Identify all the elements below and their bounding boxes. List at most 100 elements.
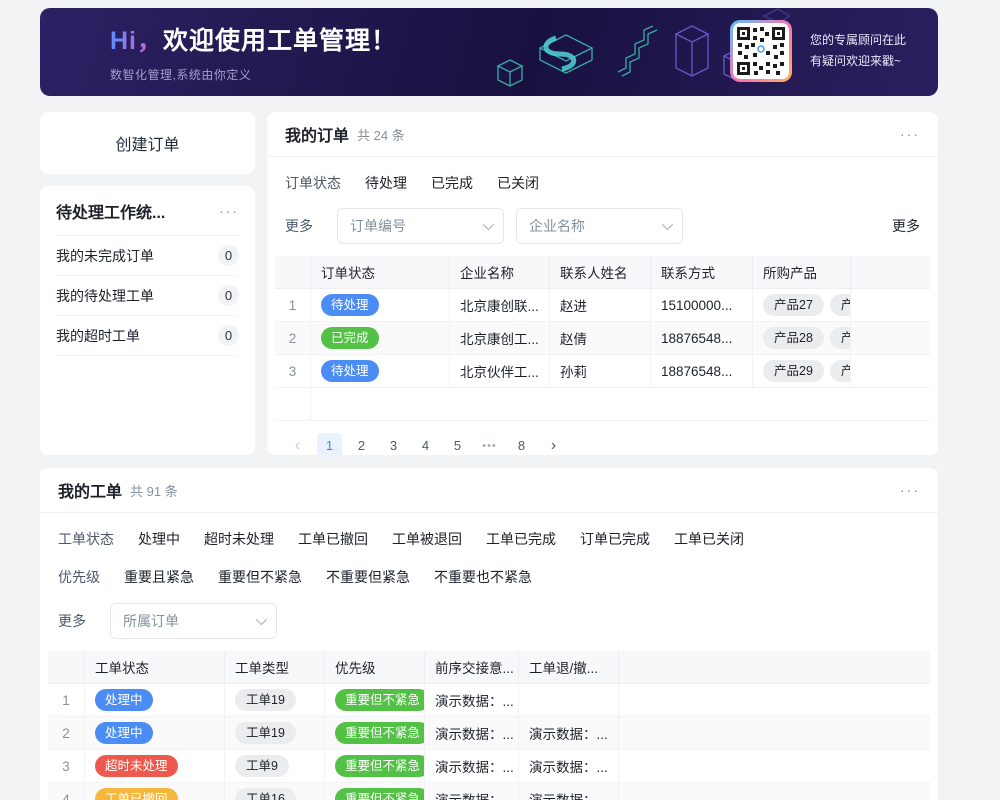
contact-cell: 赵倩	[550, 322, 651, 354]
filter-option-not-important-urgent[interactable]: 不重要但紧急	[326, 567, 410, 587]
products-cell: 产品28 产品	[753, 322, 851, 354]
withdraw-cell: 演示数据：...	[519, 717, 619, 749]
type-cell: 工单16	[225, 783, 325, 800]
order-number-select[interactable]: 订单编号	[337, 208, 504, 244]
ticket-status-filter-label: 工单状态	[58, 529, 114, 549]
order-status-filter-label: 订单状态	[285, 173, 341, 193]
col-ticket-status: 工单状态	[85, 651, 225, 683]
stat-label: 我的待处理工单	[56, 286, 154, 306]
table-row[interactable]: 1 处理中 工单19 重要但不紧急 演示数据：...	[48, 684, 930, 717]
filter-option-withdrawn[interactable]: 工单已撤回	[298, 529, 368, 549]
pagination-ellipsis[interactable]: •••	[477, 433, 502, 455]
company-cell: 北京康创工...	[450, 322, 550, 354]
filter-option-important-urgent[interactable]: 重要且紧急	[124, 567, 194, 587]
more-icon[interactable]: ···	[900, 127, 920, 141]
orders-more-link[interactable]: 更多	[892, 216, 920, 236]
filter-option-ticket-closed[interactable]: 工单已关闭	[674, 529, 744, 549]
stat-count-badge: 0	[218, 285, 239, 306]
stats-card-title: 待处理工作统...	[56, 199, 165, 223]
table-row[interactable]: 2 处理中 工单19 重要但不紧急 演示数据：... 演示数据：...	[48, 717, 930, 750]
more-filter-label: 更多	[285, 216, 313, 236]
create-order-button[interactable]: 创建订单	[40, 112, 255, 174]
welcome-banner: Hi，欢迎使用工单管理！ 数智化管理,系统由你定义	[40, 8, 938, 96]
row-index: 2	[275, 322, 311, 354]
status-badge: 待处理	[321, 360, 379, 382]
handover-cell: 演示数据：...	[425, 783, 519, 800]
type-cell: 工单9	[225, 750, 325, 782]
col-handover-note: 前序交接意...	[425, 651, 519, 683]
priority-badge: 重要但不紧急	[335, 788, 425, 800]
status-cell: 工单已撤回	[85, 783, 225, 800]
row-index: 3	[275, 355, 311, 387]
filter-option-important-not-urgent[interactable]: 重要但不紧急	[218, 567, 302, 587]
stat-item-pending-tickets[interactable]: 我的待处理工单 0	[56, 276, 239, 316]
more-icon[interactable]: ···	[900, 483, 920, 497]
table-row[interactable]: 1 待处理 北京康创联... 赵进 15100000... 产品27 产品	[275, 289, 930, 322]
pagination-page-2[interactable]: 2	[349, 433, 374, 455]
orders-count: 共 24 条	[357, 125, 405, 144]
more-icon[interactable]: ···	[219, 204, 239, 218]
filter-option-returned[interactable]: 工单被退回	[392, 529, 462, 549]
priority-badge: 重要但不紧急	[335, 755, 425, 777]
pagination-next-icon[interactable]: ›	[541, 433, 566, 455]
pagination-page-3[interactable]: 3	[381, 433, 406, 455]
withdraw-cell: 演示数据：...	[519, 750, 619, 782]
type-pill: 工单19	[235, 689, 296, 711]
col-company: 企业名称	[450, 256, 550, 288]
stat-item-overdue-tickets[interactable]: 我的超时工单 0	[56, 316, 239, 356]
banner-consultant: 您的专属顾问在此 有疑问欢迎来戳~	[730, 20, 906, 82]
company-cell: 北京伙伴工...	[450, 355, 550, 387]
status-badge: 已完成	[321, 327, 379, 349]
filter-option-ticket-done[interactable]: 工单已完成	[486, 529, 556, 549]
filter-option-completed[interactable]: 已完成	[431, 173, 473, 193]
priority-badge: 重要但不紧急	[335, 722, 425, 744]
phone-cell: 18876548...	[651, 322, 753, 354]
table-row[interactable]: 3 待处理 北京伙伴工... 孙莉 18876548... 产品29 产品	[275, 355, 930, 388]
orders-table-header: 订单状态 企业名称 联系人姓名 联系方式 所购产品	[275, 256, 930, 289]
priority-cell: 重要但不紧急	[325, 684, 425, 716]
empty-table-row	[275, 388, 930, 421]
pagination-prev-icon[interactable]: ‹	[285, 433, 310, 455]
my-tickets-panel: 我的工单 共 91 条 ··· 工单状态 处理中 超时未处理 工单已撤回 工单被…	[40, 468, 938, 800]
filter-option-closed[interactable]: 已关闭	[497, 173, 539, 193]
handover-cell: 演示数据：...	[425, 750, 519, 782]
priority-cell: 重要但不紧急	[325, 750, 425, 782]
status-cell: 超时未处理	[85, 750, 225, 782]
parent-order-placeholder: 所属订单	[123, 611, 179, 631]
filter-option-pending[interactable]: 待处理	[365, 173, 407, 193]
pending-work-stats-card: 待处理工作统... ··· 我的未完成订单 0 我的待处理工单 0 我的超时工单…	[40, 186, 255, 455]
withdraw-cell: 演示数据：...	[519, 783, 619, 800]
banner-title-highlight: Hi，	[110, 27, 163, 55]
filter-option-order-done[interactable]: 订单已完成	[580, 529, 650, 549]
pagination-page-1[interactable]: 1	[317, 433, 342, 455]
table-row[interactable]: 3 超时未处理 工单9 重要但不紧急 演示数据：... 演示数据：...	[48, 750, 930, 783]
tickets-panel-title: 我的工单	[58, 478, 122, 502]
filter-option-processing[interactable]: 处理中	[138, 529, 180, 549]
pagination-page-8[interactable]: 8	[509, 433, 534, 455]
stat-item-unfinished-orders[interactable]: 我的未完成订单 0	[56, 236, 239, 276]
status-cell: 处理中	[85, 717, 225, 749]
status-cell: 待处理	[311, 289, 450, 321]
product-pill: 产品28	[763, 327, 824, 349]
products-cell: 产品29 产品	[753, 355, 851, 387]
filter-option-overdue[interactable]: 超时未处理	[204, 529, 274, 549]
more-filter-label: 更多	[58, 611, 86, 631]
pagination-page-4[interactable]: 4	[413, 433, 438, 455]
row-index: 4	[48, 783, 85, 800]
col-ticket-type: 工单类型	[225, 651, 325, 683]
pagination-page-5[interactable]: 5	[445, 433, 470, 455]
banner-text: Hi，欢迎使用工单管理！ 数智化管理,系统由你定义	[40, 21, 397, 83]
parent-order-select[interactable]: 所属订单	[110, 603, 277, 639]
handover-cell: 演示数据：...	[425, 684, 519, 716]
products-cell: 产品27 产品	[753, 289, 851, 321]
table-row[interactable]: 2 已完成 北京康创工... 赵倩 18876548... 产品28 产品	[275, 322, 930, 355]
company-name-select[interactable]: 企业名称	[516, 208, 683, 244]
tickets-count: 共 91 条	[130, 481, 178, 500]
filter-option-not-important-not-urgent[interactable]: 不重要也不紧急	[434, 567, 532, 587]
status-cell: 处理中	[85, 684, 225, 716]
chevron-down-icon	[483, 219, 494, 230]
table-row[interactable]: 4 工单已撤回 工单16 重要但不紧急 演示数据：... 演示数据：...	[48, 783, 930, 800]
qr-caption-line2: 有疑问欢迎来戳~	[810, 51, 906, 72]
contact-cell: 孙莉	[550, 355, 651, 387]
status-badge: 待处理	[321, 294, 379, 316]
